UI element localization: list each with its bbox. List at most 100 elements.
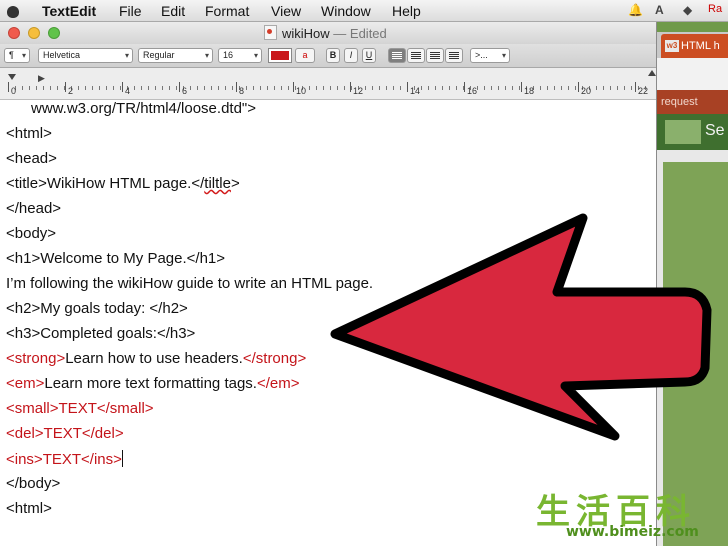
line-text: <body> (6, 225, 57, 242)
minimize-button[interactable] (28, 27, 40, 39)
adobe-icon[interactable]: A (655, 3, 664, 17)
font-family-select[interactable]: Helvetica ▾ (38, 48, 133, 63)
underline-button[interactable]: U (362, 48, 376, 63)
ruler-number: 14 (410, 86, 421, 96)
notification-icon[interactable]: 🔔 (628, 3, 643, 17)
font-family-label: Helvetica (43, 50, 81, 60)
typeface-select[interactable]: Regular ▾ (138, 48, 213, 63)
right-margin-marker-icon[interactable] (648, 70, 656, 76)
line-text: </head> (6, 200, 62, 217)
ruler-major-tick (8, 82, 9, 92)
menu-help[interactable]: Help (392, 3, 421, 19)
justify-button[interactable] (445, 48, 463, 63)
align-left-icon (392, 52, 402, 59)
line-text: <html> (6, 125, 52, 142)
browser-request-link[interactable]: request (655, 90, 728, 114)
chevron-down-icon: ▾ (21, 51, 26, 60)
line-text: <title>WikiHow HTML page.</ (6, 175, 205, 192)
italic-button[interactable]: I (344, 48, 358, 63)
ruler-major-tick (635, 82, 636, 92)
window-title-edited: — Edited (333, 26, 387, 41)
ruler-number: 6 (182, 86, 188, 96)
align-left-button[interactable] (388, 48, 406, 63)
document-line: <h3>Completed goals:</h3> (6, 325, 195, 342)
ruler-major-tick (236, 82, 237, 92)
browser-tab[interactable]: w3 HTML h (661, 34, 728, 58)
line-text: <del>TEXT</del> (6, 425, 124, 442)
document-line: www.w3.org/TR/html4/loose.dtd"> (6, 100, 256, 117)
w3-favicon-icon: w3 (665, 40, 679, 53)
line-text: <small>TEXT</small> (6, 400, 154, 417)
ruler[interactable]: ▶ 0 2 4 6 8 10 12 14 16 18 20 22 (0, 68, 656, 100)
ruler-number: 8 (239, 86, 245, 96)
ruler-number: 10 (296, 86, 307, 96)
chevron-down-icon: ▾ (124, 51, 129, 60)
red-arrow-overlay (330, 213, 712, 441)
line-text: www.w3.org/TR/html4/loose.dtd"> (6, 100, 257, 117)
typeface-label: Regular (143, 50, 175, 60)
html-close-tag: </em> (256, 375, 300, 392)
document-icon (264, 25, 277, 40)
text-caret (121, 450, 123, 467)
ruler-major-tick (350, 82, 351, 92)
document-line: <html> (6, 500, 52, 517)
close-button[interactable] (8, 27, 20, 39)
apple-menu-icon[interactable] (6, 3, 20, 19)
line-text: <h3>Completed goals:</h3> (6, 325, 196, 342)
align-center-button[interactable] (407, 48, 425, 63)
browser-address-area (655, 58, 728, 90)
ruler-number: 16 (467, 86, 478, 96)
highlight-color-button[interactable]: a (295, 48, 315, 63)
menu-file[interactable]: File (119, 3, 142, 19)
tab-stop-icon[interactable]: ▶ (38, 73, 45, 84)
window-title: wikiHow — Edited (264, 25, 387, 41)
html-close-tag: </strong> (242, 350, 307, 367)
watermark-url: www.bimeiz.com (566, 524, 699, 540)
ruler-major-tick (521, 82, 522, 92)
menu-window[interactable]: Window (321, 3, 371, 19)
dropbox-icon[interactable]: ◆ (683, 3, 692, 17)
menubar-user-label[interactable]: Ra (708, 3, 722, 15)
align-right-button[interactable] (426, 48, 444, 63)
paragraph-style-label: ¶ (9, 50, 14, 60)
misspelled-word[interactable]: tiltle (204, 175, 231, 192)
window-title-text: wikiHow (282, 26, 330, 41)
browser-search-box[interactable] (665, 120, 701, 144)
html-tag-content: Learn how to use headers. (65, 350, 243, 367)
title-bar: wikiHow — Edited (0, 22, 656, 44)
line-text: <h1>Welcome to My Page.</h1> (6, 250, 226, 267)
red-arrow-shape (330, 213, 712, 441)
paragraph-style-select[interactable]: ¶ ▾ (4, 48, 30, 63)
format-toolbar: ¶ ▾ Helvetica ▾ Regular ▾ 16 ▾ a B I U >... ▾ (0, 44, 656, 68)
menu-bar: TextEdit File Edit Format View Window He… (0, 0, 728, 22)
document-line: <head> (6, 150, 57, 167)
list-style-select[interactable]: >... ▾ (470, 48, 510, 63)
browser-nav-bar: Se (655, 114, 728, 150)
ruler-major-tick (578, 82, 579, 92)
left-margin-marker-icon[interactable] (8, 74, 16, 80)
list-style-label: >... (475, 50, 488, 60)
document-line: <em>Learn more text formatting tags.</em… (6, 375, 300, 392)
document-line: <small>TEXT</small> (6, 400, 154, 417)
font-size-select[interactable]: 16 ▾ (218, 48, 262, 63)
document-line: I’m following the wikiHow guide to write… (6, 275, 373, 292)
menu-view[interactable]: View (271, 3, 301, 19)
bold-button[interactable]: B (326, 48, 340, 63)
document-line: <body> (6, 225, 56, 242)
line-text: <html> (6, 500, 52, 517)
zoom-button[interactable] (48, 27, 60, 39)
ruler-major-tick (65, 82, 66, 92)
watermark: 生活百科 www.bimeiz.com (532, 484, 728, 546)
html-open-tag: <em> (6, 375, 45, 392)
ruler-number: 22 (638, 86, 649, 96)
html-open-tag: <strong> (6, 350, 66, 367)
menu-edit[interactable]: Edit (161, 3, 185, 19)
document-line: <ins>TEXT</ins> (6, 450, 123, 468)
line-text-tail: > (230, 175, 240, 192)
menu-format[interactable]: Format (205, 3, 249, 19)
menu-app-textedit[interactable]: TextEdit (42, 3, 96, 19)
browser-tab-label: HTML h (681, 40, 720, 52)
document-line: <h1>Welcome to My Page.</h1> (6, 250, 225, 267)
line-text: I’m following the wikiHow guide to write… (6, 275, 374, 292)
text-color-well[interactable] (268, 48, 292, 63)
